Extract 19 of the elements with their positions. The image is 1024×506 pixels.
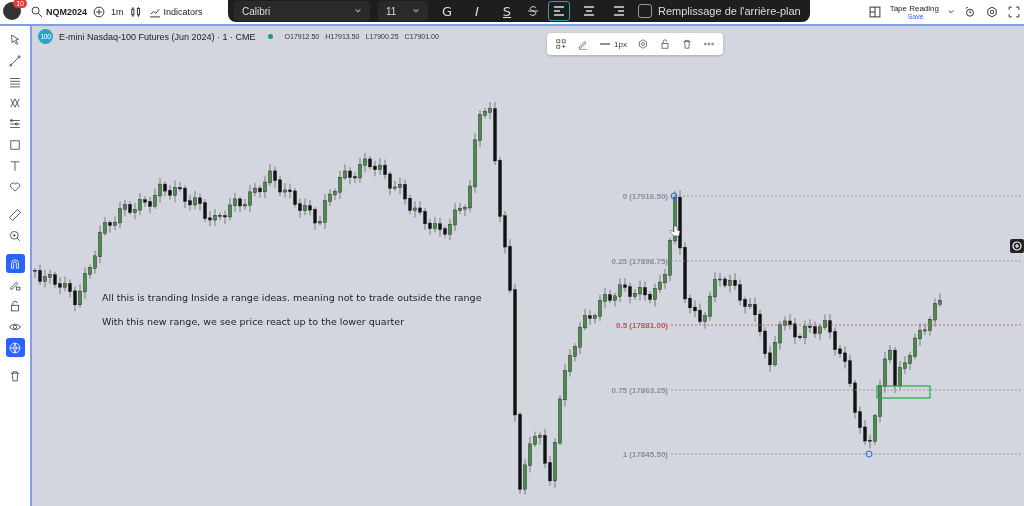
text-style-button[interactable]: S [496,2,518,20]
indicators-button[interactable]: Indicators [146,5,204,19]
chart-title: E-mini Nasdaq-100 Futures (Jun 2024) · 1 · CME [59,31,256,42]
interval-button[interactable]: 1m [110,7,125,17]
font-select[interactable]: Calibri [234,1,370,21]
fib-level-label: 1 (17845.50) [622,450,668,459]
fib-level-label: 0.5 (17881.00) [615,321,668,330]
layout-name[interactable]: Tape Reading [889,4,939,13]
symbol-search-button[interactable]: NQM2024 [29,5,89,19]
text-note[interactable]: All this is tranding Inside a range ideas. meaning not to trade outside the range [102,292,482,303]
text-note[interactable]: With this new range, we see price react up to the lower quarter [102,316,482,327]
text-style-button[interactable]: G [436,2,458,20]
checkbox-label[interactable]: Remplissage de l'arrière-plan [658,5,801,17]
line-width-button[interactable]: 1px [599,38,627,50]
fib-level-label: 0.25 (17898.75) [611,257,668,266]
font-size-select[interactable]: 11 [378,1,428,21]
fib-level-label: 0 (17916.50) [622,192,668,201]
fib-level-label: 0.75 (17863.25) [611,386,668,395]
text-style-button[interactable]: I [466,2,488,20]
